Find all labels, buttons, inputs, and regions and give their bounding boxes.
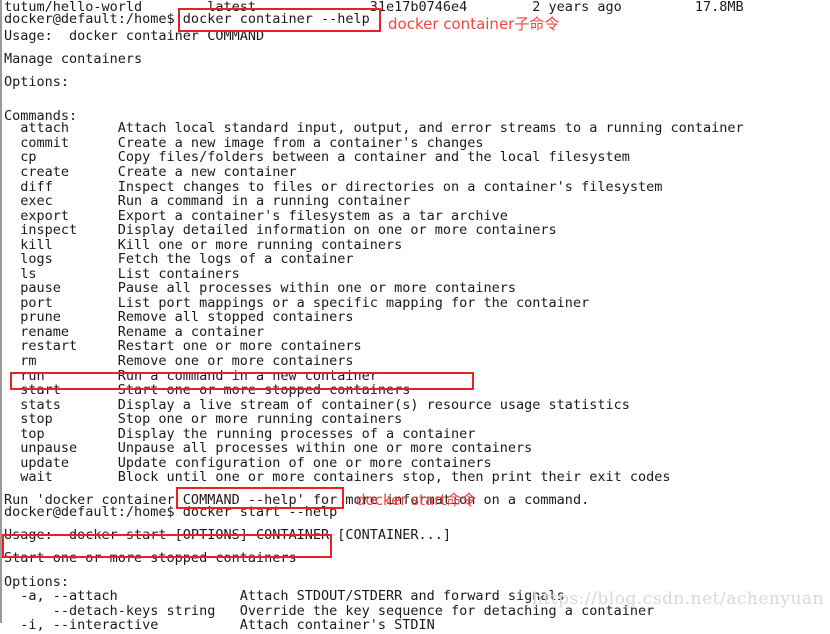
terminal-line: wait Block until one or more containers … xyxy=(4,469,671,486)
terminal-line: Start one or more stopped containers xyxy=(4,550,297,567)
terminal-line: Usage: docker container COMMAND xyxy=(4,28,265,45)
docker-start-command-note: docker start命令 xyxy=(356,491,477,509)
watermark: https://blog.csdn.net/achenyuan xyxy=(531,589,824,609)
terminal-line: docker@default:/home$ docker container -… xyxy=(4,10,370,27)
terminal-line: Manage containers xyxy=(4,51,143,68)
terminal-line: Usage: docker start [OPTIONS] CONTAINER … xyxy=(4,527,452,544)
terminal-line: -i, --interactive Attach container's STD… xyxy=(4,617,435,634)
terminal-line: Options: xyxy=(4,74,70,91)
terminal-output-pane[interactable]: tutum/hello-world latest 31e17b0746e4 2 … xyxy=(0,0,830,633)
terminal-line: docker@default:/home$ docker start --hel… xyxy=(4,504,338,521)
docker-container-subcommand-note: docker container子命令 xyxy=(388,15,560,33)
